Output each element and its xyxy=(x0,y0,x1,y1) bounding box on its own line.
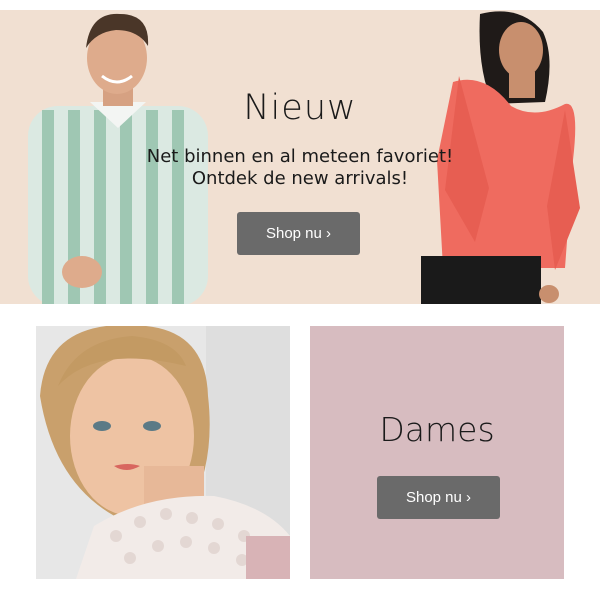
hero-subtitle-line2: Ontdek de new arrivals! xyxy=(191,168,409,189)
shop-new-button[interactable]: Shop nu › xyxy=(237,212,360,255)
hero-title: Nieuw xyxy=(243,88,357,128)
shop-dames-button[interactable]: Shop nu › xyxy=(377,476,500,519)
woman-lace-photo-tile[interactable] xyxy=(36,326,290,579)
hero-subtitle-line1: Net binnen en al meteen favoriet! xyxy=(146,146,454,167)
new-arrivals-banner[interactable]: Nieuw Net binnen en al meteen favoriet! … xyxy=(0,10,600,304)
dames-title: Dames xyxy=(379,410,495,449)
dames-tile[interactable]: Dames Shop nu › xyxy=(310,326,564,579)
hero-subtitle: Net binnen en al meteen favoriet! Ontdek… xyxy=(100,146,500,190)
woman-lace-photo xyxy=(36,326,290,579)
